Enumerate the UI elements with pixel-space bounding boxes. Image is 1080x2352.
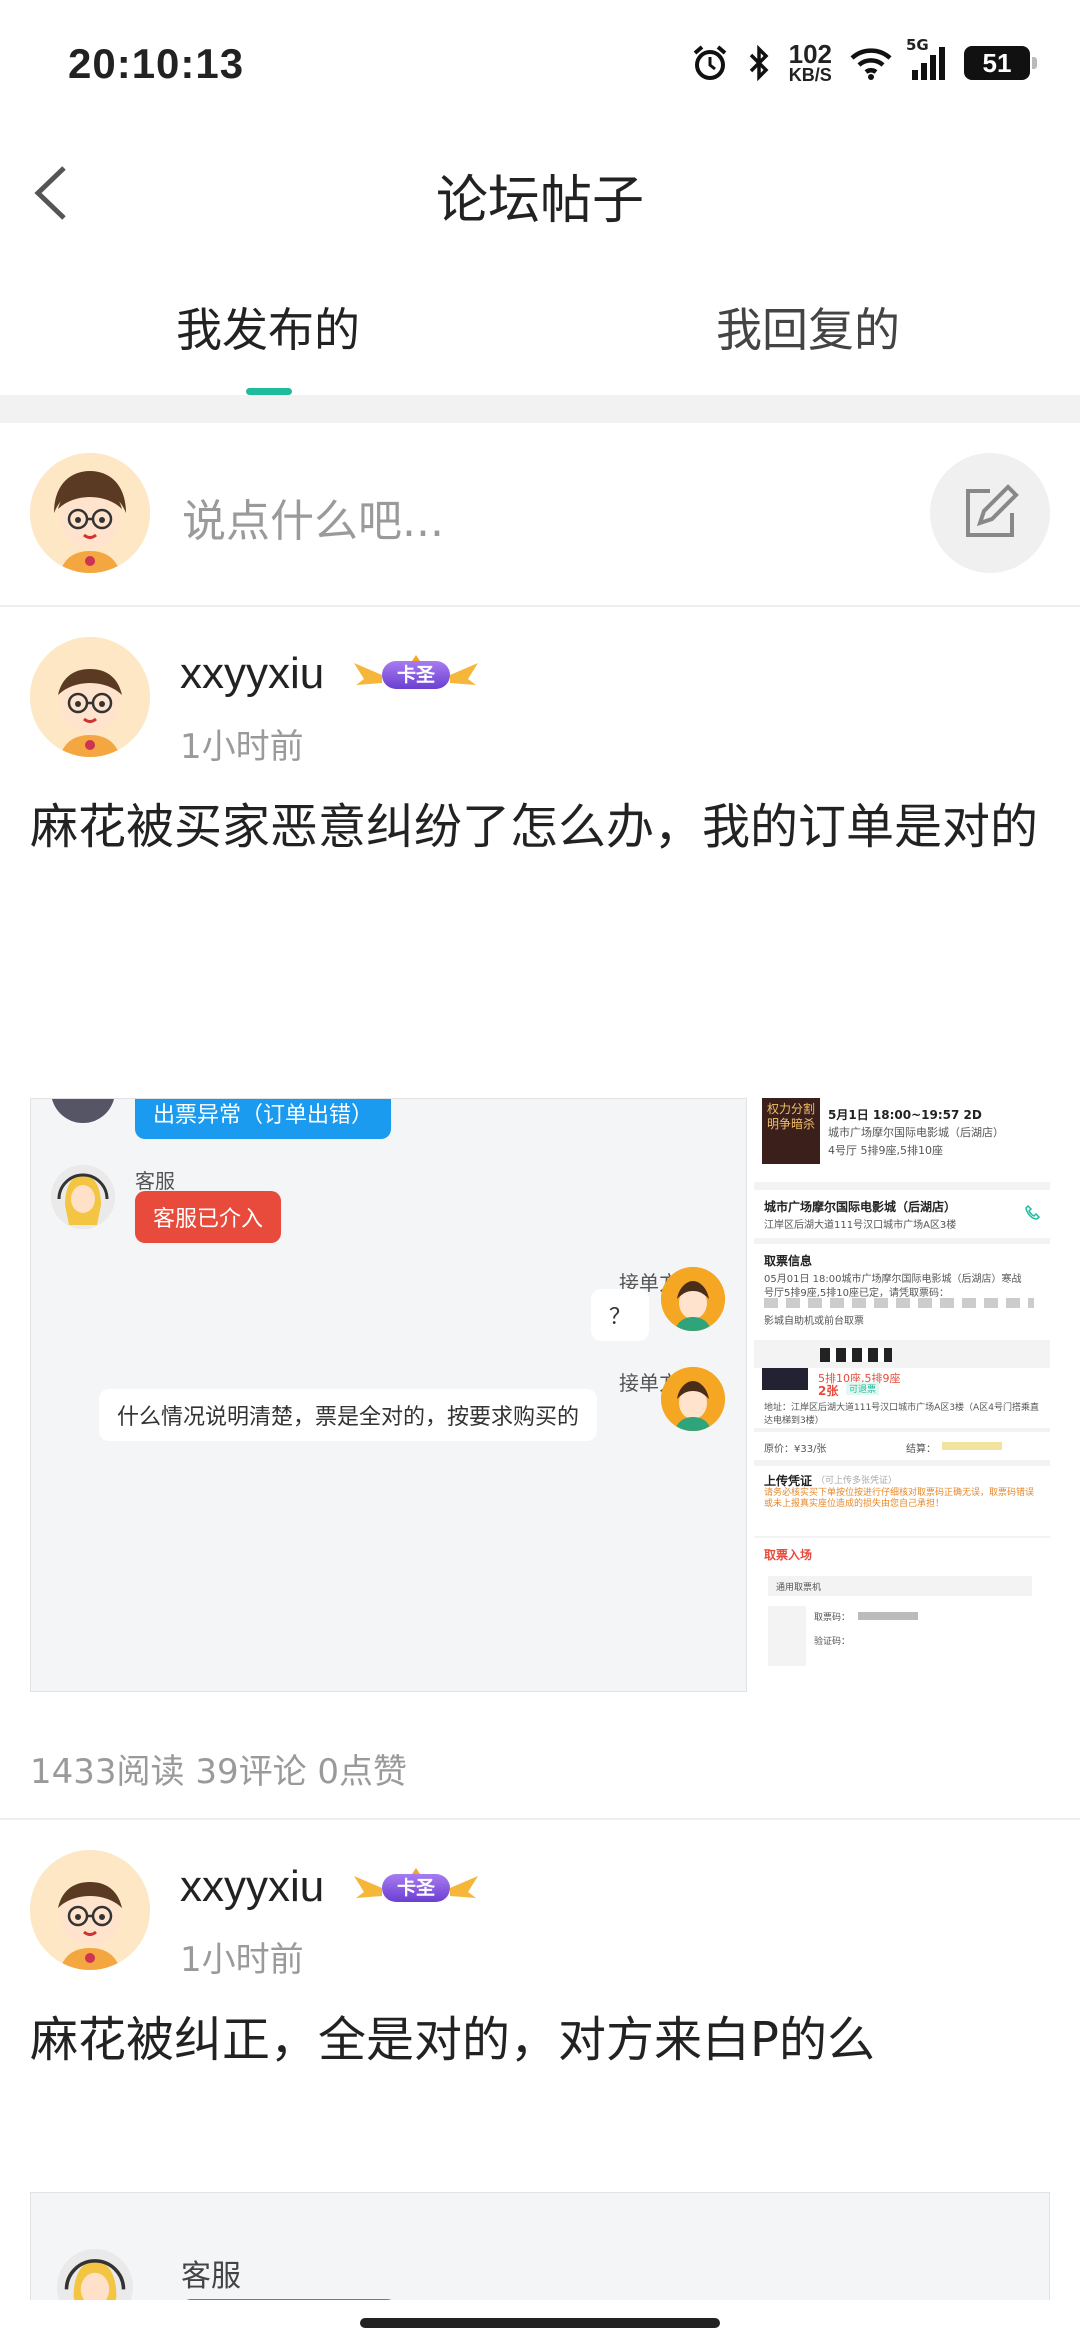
ticket-info-title: 取票信息 xyxy=(764,1254,813,1268)
author-avatar[interactable] xyxy=(30,1850,150,1970)
cinema-name: 城市广场摩尔国际电影城（后湖店） xyxy=(764,1200,957,1214)
network-speed: 102 KB/S xyxy=(788,39,832,85)
author-name[interactable]: xxyyxiu xyxy=(180,1862,324,1912)
post-image[interactable]: 客服 xyxy=(30,2192,1050,2312)
hall-seat: 4号厅 5排9座,5排10座 xyxy=(828,1144,943,1157)
price: 原价：¥33/张 xyxy=(764,1444,827,1455)
nav-header: 论坛帖子 xyxy=(0,140,1080,250)
movie-poster: 权力分割 明争暗杀 xyxy=(762,1098,820,1164)
active-tab-indicator xyxy=(246,388,292,395)
agent-bubble: 客服已介入 xyxy=(135,1191,282,1243)
cinema-address: 江岸区后湖大道111号汉口城市广场A区3楼 xyxy=(764,1220,957,1231)
settle-label: 结算： xyxy=(906,1444,936,1455)
alarm-icon xyxy=(691,44,729,82)
compose-input[interactable]: 说点什么吧... xyxy=(182,485,444,549)
chat-avatar xyxy=(51,1099,115,1123)
tab-my-replies[interactable]: 我回复的 xyxy=(716,294,900,360)
rank-badge-label: 卡圣 xyxy=(382,1874,450,1902)
order-screenshot: 权力分割 明争暗杀 5月1日 18:00~19:57 2D 城市广场摩尔国际电影… xyxy=(754,1098,1050,1692)
post-image[interactable]: 出票异常（订单出错） 客服 客服已介入 接单方 ？ 接单方 什么情况说明清楚，票… xyxy=(30,1098,1050,1692)
chat-screenshot: 出票异常（订单出错） 客服 客服已介入 接单方 ？ 接单方 什么情况说明清楚，票… xyxy=(30,1098,747,1692)
battery-indicator: 51 xyxy=(964,46,1037,80)
compose-bar: 说点什么吧... xyxy=(0,423,1080,607)
cinema: 城市广场摩尔国际电影城（后湖店） xyxy=(828,1126,1004,1139)
edit-icon xyxy=(966,484,1019,537)
ticket-info-line: 影城自助机或前台取票 xyxy=(764,1316,864,1327)
wifi-icon xyxy=(850,46,892,80)
entry-card: 取票入场 通用取票机 取票码： 验证码： xyxy=(754,1538,1050,1692)
verify-label: 验证码： xyxy=(814,1637,851,1647)
ticket-photo xyxy=(768,1606,806,1666)
refund-tag: 可退票 xyxy=(846,1382,880,1395)
ticket-info-card: 取票信息 05月01日 18:00城市广场摩尔国际电影城（后湖店）寒战 号厅5排… xyxy=(754,1244,1050,1340)
redacted-mosaic xyxy=(820,1348,892,1362)
ticket-count: 2张 xyxy=(818,1384,839,1398)
order-address: 地址：江岸区后湖大道111号汉口城市广场A区3楼（A区4号门搭乘直达电梯到3楼） xyxy=(764,1403,1039,1426)
receiver-bubble: 什么情况说明清楚，票是全对的，按要求购买的 xyxy=(99,1389,598,1441)
show-time: 5月1日 18:00~19:57 2D xyxy=(828,1108,982,1122)
upload-card: 上传凭证 （可上传多张凭证） 请务必核实买下单按位按进行仔细核对取票码正确无误，… xyxy=(754,1466,1050,1536)
receiver-avatar xyxy=(661,1367,725,1431)
entry-machine: 通用取票机 xyxy=(776,1583,822,1593)
section-divider xyxy=(0,395,1080,423)
phone-icon xyxy=(1025,1204,1041,1220)
rank-badge: 卡圣 xyxy=(352,1864,480,1910)
post-time: 1小时前 xyxy=(180,1940,304,1980)
rank-badge-label: 卡圣 xyxy=(382,661,450,689)
chat-bubble: 出票异常（订单出错） xyxy=(135,1099,392,1139)
user-avatar xyxy=(30,453,150,573)
agent-name: 客服 xyxy=(135,1169,175,1193)
agent-name: 客服 xyxy=(181,2259,241,2294)
order-card: 权力分割 明争暗杀 5月1日 18:00~19:57 2D 城市广场摩尔国际电影… xyxy=(754,1098,1050,1182)
price-row: 原价：¥33/张 结算： xyxy=(754,1432,1050,1460)
receiver-bubble: ？ xyxy=(591,1289,650,1341)
entry-title: 取票入场 xyxy=(764,1548,813,1562)
author-avatar[interactable] xyxy=(30,637,150,757)
post-stats: 1433阅读 39评论 0点赞 xyxy=(30,1752,408,1792)
receiver-avatar xyxy=(661,1267,725,1331)
page-title: 论坛帖子 xyxy=(435,171,644,231)
order-detail-card: 5排10座,5排9座 2张 可退票 地址：江岸区后湖大道111号汉口城市广场A区… xyxy=(754,1368,1050,1428)
post-body[interactable]: 麻花被买家恶意纠纷了怎么办，我的订单是对的 xyxy=(30,787,1038,857)
redacted-amount xyxy=(942,1442,1002,1450)
post-time: 1小时前 xyxy=(180,727,304,767)
upload-warning: 请务必核实买下单按位按进行仔细核对取票码正确无误，取票码错误或未上报真实座位造成… xyxy=(764,1488,1035,1509)
status-icons: 102 KB/S 5G 51 xyxy=(691,36,1037,85)
code-label: 取票码： xyxy=(814,1613,851,1623)
post-body[interactable]: 麻花被纠正，全是对的，对方来白P的么 xyxy=(30,2000,875,2070)
upload-title: 上传凭证 xyxy=(764,1474,813,1488)
tab-bar: 我发布的 我回复的 xyxy=(0,280,1080,396)
author-name[interactable]: xxyyxiu xyxy=(180,649,324,699)
bluetooth-icon xyxy=(747,44,771,82)
thumbnail xyxy=(762,1368,808,1390)
tab-my-posts[interactable]: 我发布的 xyxy=(176,294,360,360)
agent-avatar xyxy=(51,1165,115,1229)
ticket-info-line: 05月01日 18:00城市广场摩尔国际电影城（后湖店）寒战 xyxy=(764,1274,1022,1285)
cinema-card: 城市广场摩尔国际电影城（后湖店） 江岸区后湖大道111号汉口城市广场A区3楼 xyxy=(754,1190,1050,1238)
signal-5g-label: 5G xyxy=(906,36,929,54)
upload-hint: （可上传多张凭证） xyxy=(816,1476,898,1486)
status-bar: 20:10:13 102 KB/S 5G 51 xyxy=(0,0,1080,130)
compose-button[interactable] xyxy=(930,453,1050,573)
status-time: 20:10:13 xyxy=(68,40,245,87)
redacted-code xyxy=(858,1612,918,1620)
ticket-info-line: 号厅5排9座,5排10座已定，请凭取票码： xyxy=(764,1288,949,1299)
rank-badge: 卡圣 xyxy=(352,651,480,697)
cellular-signal-icon: 5G xyxy=(906,36,946,82)
redacted-code xyxy=(764,1298,1034,1308)
home-indicator[interactable] xyxy=(360,2318,720,2328)
